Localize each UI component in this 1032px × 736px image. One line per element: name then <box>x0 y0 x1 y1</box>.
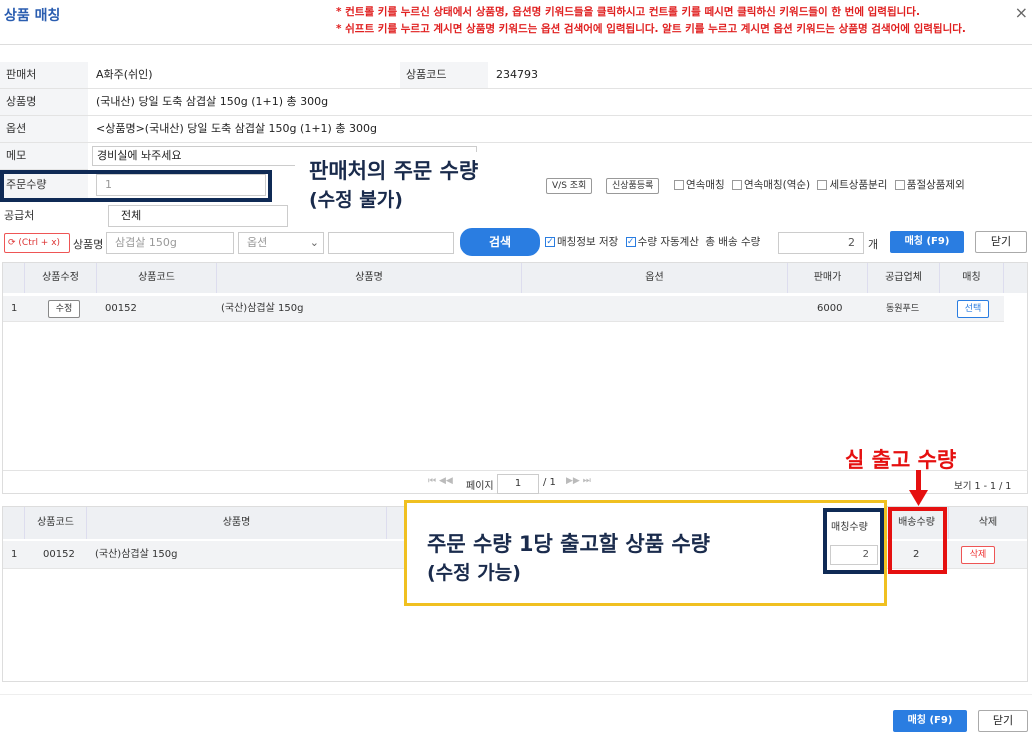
table-row[interactable]: 1 수정 00152 (국산)삼겹살 150g 6000 동원푸드 선택 <box>3 296 1004 322</box>
match-button-bottom[interactable]: 매칭 (F9) <box>893 710 967 732</box>
grid1-col-match: 매칭 <box>940 263 1004 293</box>
close-icon[interactable]: × <box>1015 3 1028 22</box>
page-range: 보기 1 - 1 / 1 <box>954 481 1012 492</box>
delete-button[interactable]: 삭제 <box>961 546 995 564</box>
option-search-input[interactable] <box>328 232 454 254</box>
code-value: 234793 <box>488 62 1032 89</box>
refresh-button[interactable]: ⟳ (Ctrl + x) <box>4 233 70 253</box>
auto-qty-label: 수량 자동계산 <box>637 236 699 248</box>
continuous-rev-checkbox[interactable] <box>731 180 742 190</box>
page-label: 페이지 <box>466 481 494 492</box>
continuous-rev-label: 연속매칭(역순) <box>743 179 811 191</box>
match-note-line-2: (수정 가능) <box>427 562 521 584</box>
grid1-col-vendor: 공급업체 <box>868 263 940 293</box>
grid1-col-edit: 상품수정 <box>25 263 97 293</box>
memo-label: 메모 <box>0 143 88 170</box>
match-note-box: 주문 수량 1당 출고할 상품 수량 (수정 가능) <box>404 500 887 606</box>
edit-button[interactable]: 수정 <box>48 300 80 318</box>
option-select[interactable]: 옵션 ⌄ <box>238 232 324 254</box>
grid2-rownum-header <box>3 507 25 539</box>
close-button-top[interactable]: 닫기 <box>975 231 1027 253</box>
select-button[interactable]: 선택 <box>957 300 989 318</box>
page-total: / 1 <box>543 477 556 488</box>
grid2-col-code: 상품코드 <box>25 507 87 539</box>
refresh-icon: ⟳ <box>8 238 16 248</box>
set-split-label: 세트상품분리 <box>829 179 888 191</box>
order-qty-highlight <box>0 170 272 202</box>
match-button-top[interactable]: 매칭 (F9) <box>890 231 964 253</box>
supplier-select[interactable]: 전체 <box>108 205 288 227</box>
ship-qty-highlight <box>888 507 947 574</box>
qty-note-line-1: 판매처의 주문 수량 <box>309 159 479 183</box>
grid1-col-option: 옵션 <box>522 263 788 293</box>
seller-label: 판매처 <box>0 62 88 89</box>
search-name-input[interactable]: 삼겹살 150g <box>106 232 234 254</box>
search-name-label: 상품명 <box>73 238 104 251</box>
header-divider <box>0 44 1032 45</box>
page-input[interactable]: 1 <box>497 474 539 494</box>
grid2-col-delete: 삭제 <box>949 507 1027 539</box>
name-value: (국내산) 당일 도축 삼겹살 150g (1+1) 총 300g <box>88 89 1032 116</box>
grid2-col-name: 상품명 <box>87 507 387 539</box>
search-button[interactable]: 검색 <box>460 228 540 256</box>
hint-line-2: * 쉬프트 키를 누르고 계시면 상품명 키워드는 옵션 검색어에 입력됩니다.… <box>336 23 966 35</box>
total-qty-input[interactable]: 2 <box>778 232 864 254</box>
product-name: (국산)삼겹살 150g <box>221 303 304 314</box>
qty-note-box: 판매처의 주문 수량 (수정 불가) <box>295 152 545 224</box>
last-page-icon[interactable]: ▶▶ ⏭ <box>566 476 591 486</box>
hint-line-1: * 컨트롤 키를 누르신 상태에서 상품명, 옵션명 키워드들을 클릭하시고 컨… <box>336 6 920 18</box>
option-value: <상품명>(국내산) 당일 도축 삼겹살 150g (1+1) 총 300g <box>88 116 1032 143</box>
exclude-soldout-checkbox[interactable] <box>894 180 905 190</box>
grid1-scroll-header <box>1004 263 1027 293</box>
refresh-label: (Ctrl + x) <box>18 238 61 248</box>
auto-qty-checkbox[interactable]: ✓ <box>625 237 636 247</box>
qty-note-line-2: (수정 불가) <box>309 189 403 211</box>
chevron-down-icon: ⌄ <box>309 236 319 249</box>
matched-code: 00152 <box>43 549 75 560</box>
match-qty-highlight: 매칭수량 2 <box>823 508 884 574</box>
match-qty-input-copy[interactable]: 2 <box>830 545 878 565</box>
match-qty-header-copy: 매칭수량 <box>831 522 868 533</box>
row-number: 1 <box>11 549 18 560</box>
grid1-rownum-header <box>3 263 25 293</box>
unit-label: 개 <box>868 238 879 251</box>
vs-button[interactable]: V/S 조회 <box>546 178 593 194</box>
grid1-col-name: 상품명 <box>217 263 522 293</box>
first-page-icon[interactable]: ⏮ ◀◀ <box>428 476 453 486</box>
code-label: 상품코드 <box>400 62 488 89</box>
product-vendor: 동원푸드 <box>886 304 920 314</box>
option-label: 옵션 <box>0 116 88 143</box>
supplier-label: 공급처 <box>4 209 35 222</box>
continuous-label: 연속매칭 <box>686 179 725 191</box>
product-price: 6000 <box>817 303 843 314</box>
dialog-title: 상품 매칭 <box>4 8 61 24</box>
save-match-checkbox[interactable]: ✓ <box>545 237 555 247</box>
arrow-down-icon <box>909 470 928 506</box>
footer-bar <box>0 694 1032 736</box>
continuous-checkbox[interactable] <box>674 180 684 190</box>
matched-name: (국산)삼겹살 150g <box>95 549 178 560</box>
set-split-checkbox[interactable] <box>817 180 828 190</box>
row-number: 1 <box>11 303 18 314</box>
grid1-col-price: 판매가 <box>788 263 868 293</box>
ship-qty-note: 실 출고 수량 <box>845 448 957 472</box>
close-button-bottom[interactable]: 닫기 <box>978 710 1028 732</box>
total-qty-label: 총 배송 수량 <box>705 236 761 248</box>
seller-value: A화주(쉬인) <box>88 62 400 89</box>
grid1-col-code: 상품코드 <box>97 263 217 293</box>
new-product-button[interactable]: 신상품등록 <box>606 178 660 194</box>
option-select-label: 옵션 <box>247 236 268 249</box>
save-match-label: 매칭정보 저장 <box>557 236 619 248</box>
match-note-line-1: 주문 수량 1당 출고할 상품 수량 <box>427 532 711 556</box>
name-label: 상품명 <box>0 89 88 116</box>
exclude-soldout-label: 품절상품제외 <box>906 179 965 191</box>
product-code: 00152 <box>105 303 137 314</box>
